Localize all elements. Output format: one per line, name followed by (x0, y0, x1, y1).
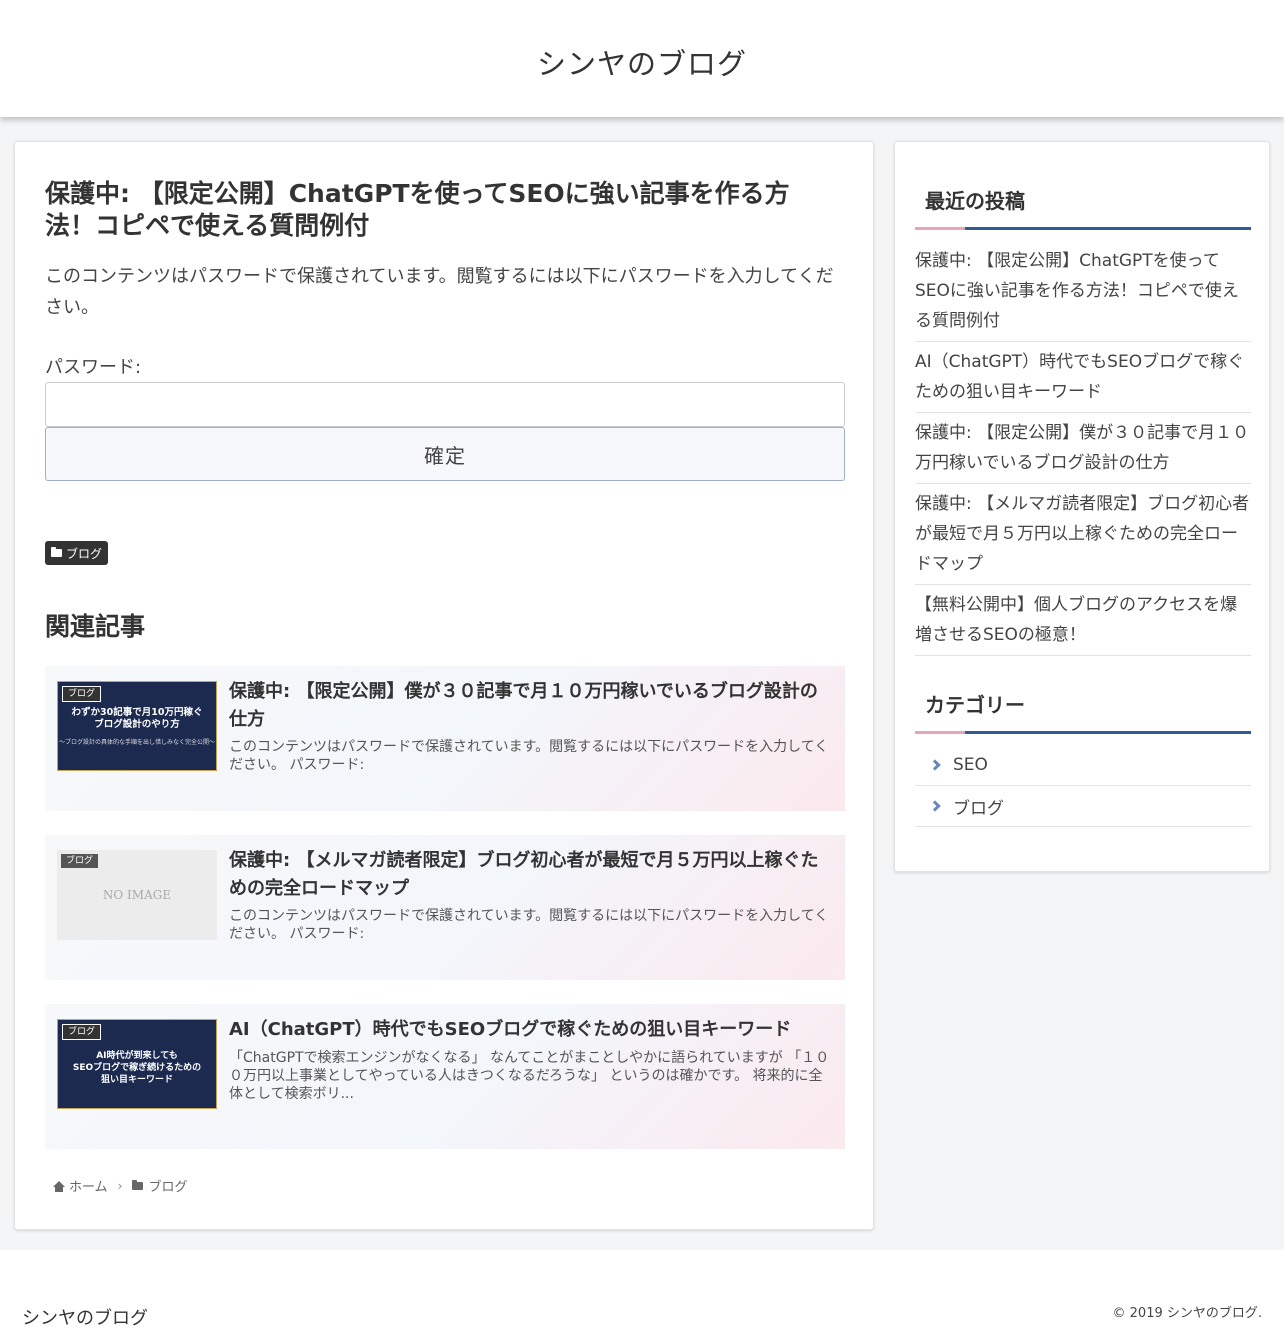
submit-button[interactable]: 確定 (45, 427, 845, 481)
copyright: © 2019 シンヤのブログ. (1112, 1306, 1262, 1321)
thumbnail-subtext: 〜ブログ設計の具体的な手順を出し惜しみなく完全公開〜 (58, 738, 215, 746)
recent-post-link[interactable]: 保護中: 【メルマガ読者限定】ブログ初心者が最短で月５万円以上稼ぐための完全ロー… (915, 489, 1251, 585)
recent-post-link[interactable]: 保護中: 【限定公開】僕が３０記事で月１０万円稼いでいるブログ設計の仕方 (915, 418, 1251, 484)
sidebar: 最近の投稿 保護中: 【限定公開】ChatGPTを使ってSEOに強い記事を作る方… (894, 141, 1270, 872)
related-article-title[interactable]: 保護中: 【メルマガ読者限定】ブログ初心者が最短で月５万円以上稼ぐための完全ロー… (229, 847, 834, 903)
folder-icon (132, 1179, 144, 1190)
site-footer: シンヤのブログ © 2019 シンヤのブログ. (0, 1250, 1284, 1339)
thumbnail-category-label: ブログ (62, 686, 102, 702)
main-content: 保護中: 【限定公開】ChatGPTを使ってSEOに強い記事を作る方法！コピペで… (14, 141, 874, 1230)
thumbnail-category-label: ブログ (62, 1024, 102, 1040)
widget-underline (915, 731, 1251, 734)
footer-site-title[interactable]: シンヤのブログ (22, 1304, 148, 1330)
widget-title-recent: 最近の投稿 (915, 185, 1251, 230)
category-list: SEO ブログ (915, 745, 1251, 827)
no-image-placeholder: NO IMAGE (102, 888, 172, 902)
thumbnail-category-label: ブログ (61, 854, 99, 868)
category-tag[interactable]: ブログ (45, 541, 109, 565)
breadcrumb-category[interactable]: ブログ (148, 1176, 187, 1195)
password-label: パスワード: (45, 357, 142, 378)
folder-icon (51, 547, 62, 557)
site-header: シンヤのブログ (0, 0, 1284, 117)
widget-title-label: 最近の投稿 (925, 189, 1025, 213)
recent-post-link[interactable]: AI（ChatGPT）時代でもSEOブログで稼ぐための狙い目キーワード (915, 347, 1251, 413)
widget-title-categories: カテゴリー (915, 689, 1251, 734)
home-icon (53, 1180, 65, 1192)
related-article-excerpt: このコンテンツはパスワードで保護されています。閲覧するには以下にパスワードを入力… (229, 739, 829, 773)
protected-message: このコンテンツはパスワードで保護されています。閲覧するには以下にパスワードを入力… (45, 266, 834, 318)
site-title[interactable]: シンヤのブログ (537, 41, 747, 83)
related-article-card[interactable]: ブログ AI時代が到来しても SEOブログで稼ぎ続けるための 狙い目キーワード … (45, 1004, 845, 1149)
recent-post-link[interactable]: 【無料公開中】個人ブログのアクセスを爆増させるSEOの極意！ (915, 590, 1251, 656)
widget-title-label: カテゴリー (925, 693, 1025, 717)
related-article-title[interactable]: AI（ChatGPT）時代でもSEOブログで稼ぐための狙い目キーワード (229, 1016, 834, 1044)
related-article-card[interactable]: ブログ NO IMAGE 保護中: 【メルマガ読者限定】ブログ初心者が最短で月５… (45, 835, 845, 980)
breadcrumb-home[interactable]: ホーム (69, 1176, 108, 1195)
thumbnail-text: AI時代が到来しても SEOブログで稼ぎ続けるための 狙い目キーワード (72, 1051, 202, 1085)
chevron-right-icon (929, 759, 941, 771)
category-label: SEO (953, 755, 988, 775)
article-title: 保護中: 【限定公開】ChatGPTを使ってSEOに強い記事を作る方法！コピペで… (45, 179, 790, 240)
category-link-seo[interactable]: SEO (915, 745, 1251, 786)
category-tag-label: ブログ (66, 546, 103, 561)
category-label: ブログ (953, 798, 1004, 819)
related-article-excerpt: このコンテンツはパスワードで保護されています。閲覧するには以下にパスワードを入力… (229, 908, 829, 942)
widget-underline (915, 227, 1251, 230)
related-article-excerpt: 「ChatGPTで検索エンジンがなくなる」 なんてことがまことしやかに語られてい… (229, 1050, 830, 1102)
related-article-card[interactable]: ブログ わずか30記事で月10万円稼ぐ ブログ設計のやり方 〜ブログ設計の具体的… (45, 666, 845, 811)
category-link-blog[interactable]: ブログ (915, 786, 1251, 827)
article-thumbnail[interactable]: ブログ AI時代が到来しても SEOブログで稼ぎ続けるための 狙い目キーワード (57, 1019, 217, 1109)
related-article-title[interactable]: 保護中: 【限定公開】僕が３０記事で月１０万円稼いでいるブログ設計の仕方 (229, 678, 834, 734)
related-heading: 関連記事 (45, 612, 146, 641)
article-thumbnail[interactable]: ブログ NO IMAGE (57, 850, 217, 940)
breadcrumb: ホーム › ブログ (53, 1176, 187, 1195)
recent-post-link[interactable]: 保護中: 【限定公開】ChatGPTを使ってSEOに強い記事を作る方法！コピペで… (915, 246, 1251, 342)
recent-posts-list: 保護中: 【限定公開】ChatGPTを使ってSEOに強い記事を作る方法！コピペで… (915, 246, 1251, 661)
article-thumbnail[interactable]: ブログ わずか30記事で月10万円稼ぐ ブログ設計のやり方 〜ブログ設計の具体的… (57, 681, 217, 771)
chevron-right-icon (929, 800, 941, 812)
password-input[interactable] (45, 382, 845, 427)
thumbnail-text: わずか30記事で月10万円稼ぐ ブログ設計のやり方 (71, 706, 203, 730)
chevron-right-icon: › (117, 1178, 123, 1193)
